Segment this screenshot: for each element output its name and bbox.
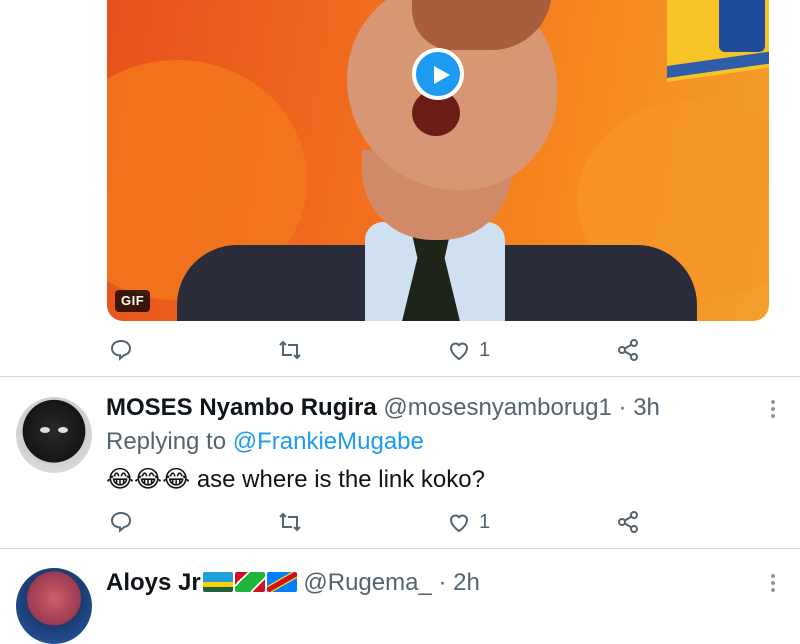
replying-to: Replying to @FrankieMugabe xyxy=(106,428,424,456)
reply-header: Aloys Jr @Rugema_ · 2h xyxy=(106,569,480,597)
avatar[interactable] xyxy=(16,568,92,644)
drc-flag-icon xyxy=(266,572,297,592)
share-icon xyxy=(618,339,638,361)
separator-dot: · xyxy=(618,394,627,421)
divider xyxy=(0,548,800,549)
replying-to-label: Replying to xyxy=(106,428,227,455)
gif-badge: GIF xyxy=(115,290,151,312)
avatar[interactable] xyxy=(16,397,92,473)
retweet-icon xyxy=(279,512,301,532)
retweet-button[interactable] xyxy=(277,338,303,362)
like-button[interactable]: 1 xyxy=(447,510,490,534)
like-count: 1 xyxy=(479,338,491,361)
share-button[interactable] xyxy=(616,338,640,362)
like-button[interactable]: 1 xyxy=(447,338,490,362)
divider xyxy=(0,376,800,377)
display-name[interactable]: Aloys Jr xyxy=(106,569,201,596)
burundi-flag-icon xyxy=(234,572,265,592)
play-icon xyxy=(434,66,450,84)
like-count: 1 xyxy=(479,510,491,533)
reply-icon xyxy=(110,339,132,361)
separator-dot: · xyxy=(438,569,447,596)
more-icon xyxy=(771,400,777,418)
user-handle[interactable]: @Rugema_ xyxy=(303,569,431,596)
like-icon xyxy=(449,342,469,361)
reply-icon xyxy=(110,511,132,533)
timestamp[interactable]: 2h xyxy=(453,569,480,596)
share-button[interactable] xyxy=(616,510,640,534)
more-icon xyxy=(771,574,777,592)
reply-header: MOSES Nyambo Rugira @mosesnyamborug1 · 3… xyxy=(106,394,660,422)
reply-button[interactable] xyxy=(109,510,133,534)
tweet-text: 😂😂😂 ase where is the link koko? xyxy=(106,465,485,494)
retweet-icon xyxy=(279,340,301,360)
background-sign-letter xyxy=(719,0,765,52)
more-options-button[interactable] xyxy=(771,400,777,421)
user-handle[interactable]: @mosesnyamborug1 xyxy=(383,394,611,421)
display-name[interactable]: MOSES Nyambo Rugira xyxy=(106,394,377,421)
retweet-button[interactable] xyxy=(277,510,303,534)
rwanda-flag-icon xyxy=(202,572,233,592)
more-options-button[interactable] xyxy=(771,574,777,595)
share-icon xyxy=(618,511,638,533)
timestamp[interactable]: 3h xyxy=(633,394,660,421)
tweet-body: ase where is the link koko? xyxy=(196,466,485,493)
play-button[interactable] xyxy=(412,48,464,100)
like-icon xyxy=(449,514,469,533)
replying-to-handle[interactable]: @FrankieMugabe xyxy=(233,428,424,455)
emoji-text: 😂😂😂 xyxy=(106,466,191,493)
reply-button[interactable] xyxy=(109,338,133,362)
